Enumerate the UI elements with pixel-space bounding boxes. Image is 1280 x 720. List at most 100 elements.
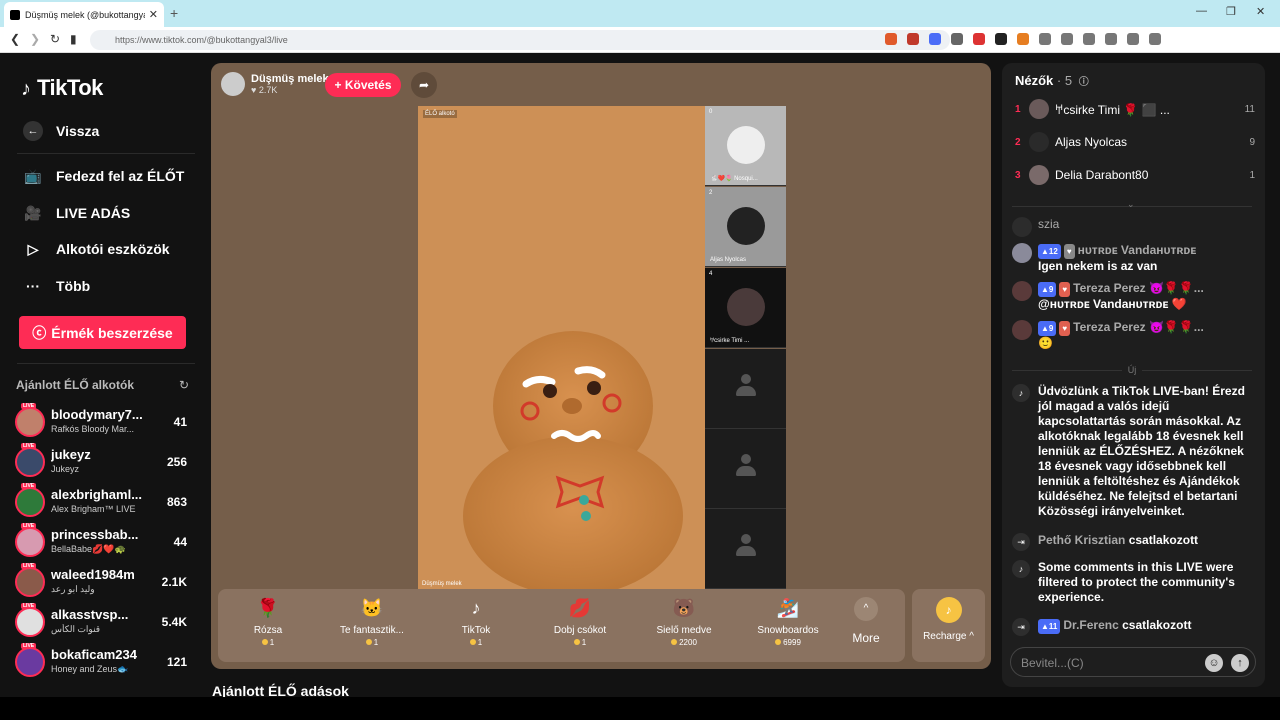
extension-x-icon[interactable]	[951, 33, 963, 45]
creator-item[interactable]: LIVE alkasstvsp... قنوات الكأس 5.4K	[15, 603, 195, 641]
browser-tab[interactable]: Düşmüş melek (@bukottangyal3) - TikTok L…	[4, 2, 164, 27]
forward-arrow-icon[interactable]: ❯	[30, 32, 40, 46]
join-username[interactable]: Pethő Krisztian	[1038, 533, 1125, 547]
tiktok-logo[interactable]: ♪ TikTok	[21, 75, 103, 101]
message-username[interactable]: Tereza Perez 😈🌹🌹...	[1073, 320, 1204, 334]
close-window-icon[interactable]: ✕	[1256, 5, 1265, 18]
host-avatar[interactable]	[221, 72, 245, 96]
gift-item[interactable]: 🐻 Sielő medve 2200	[639, 595, 729, 647]
gift-item[interactable]: 💋 Dobj csókot 1	[535, 595, 625, 647]
chat-input[interactable]: Bevitel...(C) ☺ ↑	[1010, 647, 1256, 677]
browser-window: Düşmüş melek (@bukottangyal3) - TikTok L…	[0, 0, 1280, 697]
sidebar-toggle-icon[interactable]	[1105, 33, 1117, 45]
gift-item[interactable]: 🐱 Te fantasztik... 1	[327, 595, 417, 647]
top-viewer-row[interactable]: 1 𐀀csirke Timi 🌹 ⬛ ... 11	[1015, 97, 1255, 121]
brave-shield-icon[interactable]	[885, 33, 897, 45]
bookmark-icon[interactable]: ▮	[70, 32, 77, 46]
guest-index: 4	[709, 271, 713, 277]
chat-message: ▲9 ♥ Tereza Perez 😈🌹🌹... @ʜᴜᴛʀᴅᴇ Vandaʜᴜᴛʀ…	[1012, 281, 1257, 312]
coin-icon: ⓒ	[32, 324, 47, 341]
tiktok-coin-icon: ♪	[935, 597, 962, 623]
music-icon[interactable]	[1083, 33, 1095, 45]
creator-subtitle: قنوات الكأس	[51, 624, 101, 634]
user-avatar[interactable]	[1012, 217, 1032, 237]
extension-orange-icon[interactable]	[1017, 33, 1029, 45]
video-camera-icon: 🎥	[24, 204, 42, 221]
nav-creator-tools[interactable]: ▷ Alkotói eszközök	[23, 239, 170, 259]
message-username[interactable]: Tereza Perez 😈🌹🌹...	[1073, 281, 1204, 295]
emoji-icon[interactable]: ☺	[1205, 654, 1223, 672]
menu-icon[interactable]	[1149, 33, 1161, 45]
empty-guest-slot[interactable]	[705, 509, 786, 589]
creator-avatar	[15, 567, 45, 597]
user-avatar[interactable]	[1012, 243, 1032, 263]
extension-dark-icon[interactable]	[995, 33, 1007, 45]
chat-panel: Nézők · 5 ⓘ 1 𐀀csirke Timi 🌹 ⬛ ... 11 2 Alja…	[1002, 63, 1265, 687]
chat-message: szia	[1012, 217, 1257, 237]
get-coins-button[interactable]: ⓒ Érmék beszerzése	[19, 316, 186, 349]
message-text: 🙂	[1038, 336, 1053, 350]
guest-name: 𐀀csirke Timi ...	[710, 338, 750, 344]
chat-input-placeholder: Bevitel...(C)	[1021, 656, 1084, 670]
minimize-icon[interactable]: —	[1196, 5, 1207, 17]
url-field[interactable]: https://www.tiktok.com/@bukottangyal3/li…	[90, 30, 950, 50]
puzzle-icon[interactable]	[1039, 33, 1051, 45]
send-icon[interactable]: ↑	[1231, 654, 1249, 672]
nav-explore-live[interactable]: 📺 Fedezd fel az ÉLŐT	[23, 166, 184, 186]
recharge-button[interactable]: ♪ Recharge ^	[912, 589, 985, 662]
gift-name: Rózsa	[253, 625, 283, 636]
close-tab-icon[interactable]: ✕	[149, 8, 158, 21]
divider	[17, 363, 195, 364]
new-tab-button[interactable]: +	[170, 5, 178, 21]
reader-icon[interactable]	[1061, 33, 1073, 45]
level-badge: ▲11	[1038, 619, 1061, 634]
gift-item[interactable]: 🌹 Rózsa 1	[223, 595, 313, 647]
back-link[interactable]: ← Vissza	[23, 121, 99, 141]
restore-icon[interactable]: ❐	[1226, 5, 1236, 18]
host-video-stage[interactable]: ÉLŐ alkotó Düşmüş melek	[418, 106, 705, 589]
address-bar-row: ❮ ❯ ↻ ▮ https://www.tiktok.com/@bukottan…	[0, 27, 1280, 53]
user-avatar[interactable]	[1012, 320, 1032, 340]
top-viewer-row[interactable]: 2 Aljas Nyolcas 9	[1015, 130, 1255, 154]
creator-item[interactable]: LIVE jukeyz Jukeyz 256	[15, 443, 195, 481]
viewer-score: 1	[1249, 169, 1255, 181]
share-icon[interactable]: ➦	[411, 72, 437, 98]
gift-item[interactable]: 🏂 Snowboardos 6999	[743, 595, 833, 647]
creator-item[interactable]: LIVE bokaficam234 Honey and Zeus🐟 121	[15, 643, 195, 681]
back-arrow-icon[interactable]: ❮	[10, 32, 20, 46]
host-info[interactable]: Düşmüş melek ♥ 2.7K	[221, 71, 329, 97]
user-avatar[interactable]	[1012, 281, 1032, 301]
nav-more[interactable]: ··· Több	[23, 276, 90, 296]
creator-item[interactable]: LIVE princessbab... BellaBabe💋❤️🐢 44	[15, 523, 195, 561]
creator-item[interactable]: LIVE bloodymary7... Rafkós Bloody Mar... 41	[15, 403, 195, 441]
chat-message: ▲12 ♥ ʜᴜᴛʀᴅᴇ Vandaʜᴜᴛʀᴅᴇ Igen nekem is az …	[1012, 243, 1257, 274]
guest-slot-3[interactable]: 4 𐀀csirke Timi ...	[705, 268, 786, 348]
empty-guest-slot[interactable]	[705, 429, 786, 509]
message-username[interactable]: ʜᴜᴛʀᴅᴇ Vandaʜᴜᴛʀᴅᴇ	[1078, 243, 1197, 257]
refresh-icon[interactable]: ↻	[179, 378, 189, 392]
more-gifts-button[interactable]: ^ More	[846, 597, 886, 645]
extension-hls-icon[interactable]	[973, 33, 985, 45]
reload-icon[interactable]: ↻	[50, 32, 60, 46]
top-viewer-row[interactable]: 3 Delia Darabont80 1	[1015, 163, 1255, 187]
gift-name: Snowboardos	[757, 625, 819, 636]
join-username[interactable]: Dr.Ferenc	[1063, 618, 1118, 632]
follow-button[interactable]: + Követés	[325, 73, 401, 97]
creator-item[interactable]: LIVE waleed1984m وليد ابو رعد 2.1K	[15, 563, 195, 601]
creator-item[interactable]: LIVE alexbrighaml... Alex Brigham™ LIVE 863	[15, 483, 195, 521]
live-badge: LIVE	[21, 603, 37, 609]
gift-icon: 🐻	[672, 598, 696, 618]
empty-guest-slot[interactable]	[705, 349, 786, 429]
nav-live-broadcast[interactable]: 🎥 LIVE ADÁS	[23, 203, 130, 223]
extension-red-icon[interactable]	[907, 33, 919, 45]
gift-icon: 🏂	[776, 598, 800, 618]
creator-name: alexbrighaml...	[51, 487, 143, 502]
gift-item[interactable]: ♪ TikTok 1	[431, 595, 521, 647]
chevron-down-icon[interactable]: ⌄	[1127, 199, 1135, 210]
guest-slot-2[interactable]: 2 Aljas Nyolcas	[705, 187, 786, 267]
info-icon[interactable]: ⓘ	[1079, 77, 1089, 88]
wallet-icon[interactable]	[1127, 33, 1139, 45]
translate-icon[interactable]	[929, 33, 941, 45]
creator-avatar	[15, 407, 45, 437]
guest-slot-1[interactable]: 0 🐇❤️🌷 Nosqui...	[705, 106, 786, 186]
